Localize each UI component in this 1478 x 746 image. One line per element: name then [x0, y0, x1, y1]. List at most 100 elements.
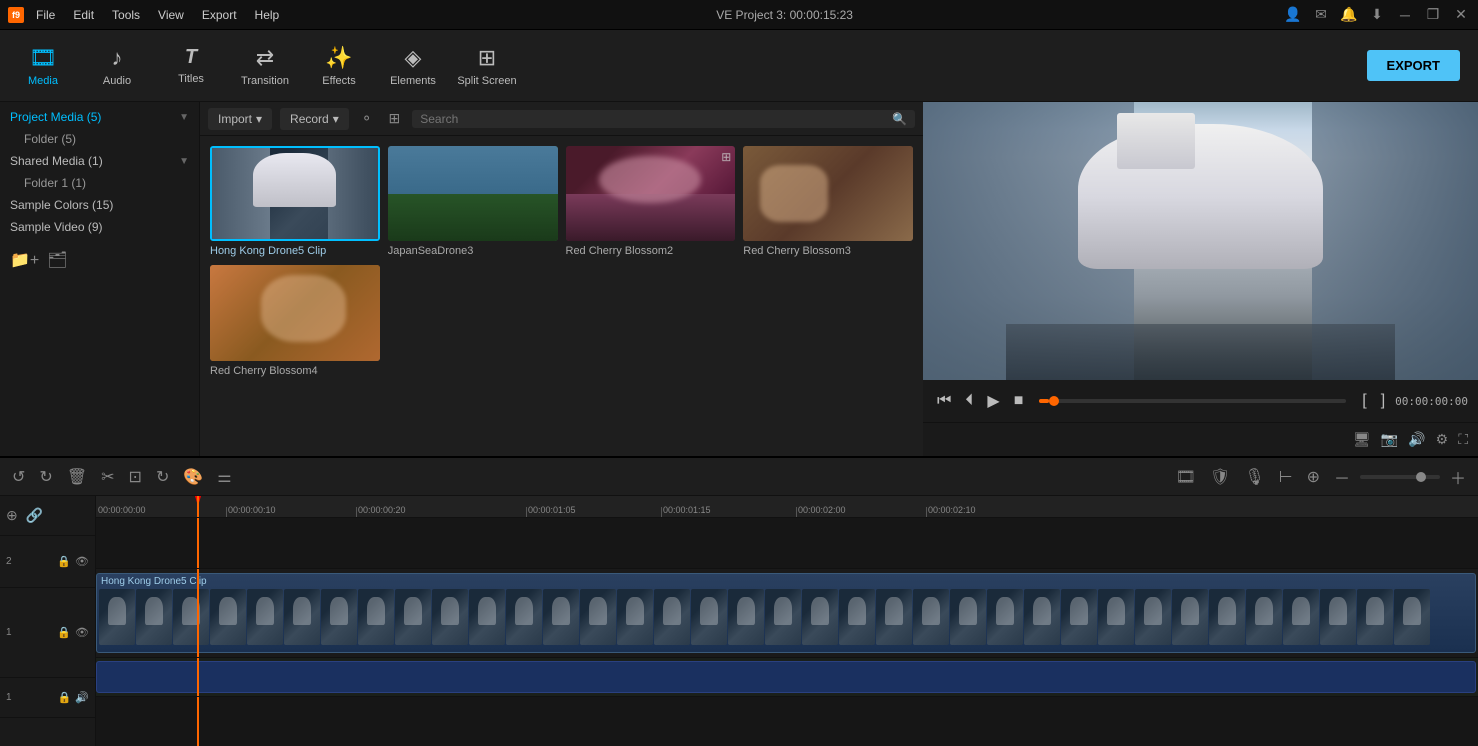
account-icon[interactable]: 👤: [1284, 6, 1302, 24]
undo-btn[interactable]: ↺: [8, 465, 29, 489]
chevron-right-icon: ▼: [179, 156, 189, 167]
shared-media-item[interactable]: Shared Media (1) ▼: [0, 150, 199, 172]
search-icon[interactable]: 🔍: [892, 112, 907, 126]
track-a1-speaker[interactable]: 🔊: [75, 691, 89, 704]
project-media-item[interactable]: Project Media (5) ▼: [0, 106, 199, 128]
splitscreen-icon: ⊞: [478, 45, 496, 71]
app-logo: f9: [8, 7, 24, 23]
zoom-out-icon[interactable]: －: [1330, 463, 1354, 491]
fullscreen-icon[interactable]: ⛶: [1458, 431, 1468, 448]
zoom-slider[interactable]: [1360, 475, 1440, 479]
folder-item[interactable]: Folder (5): [0, 128, 199, 150]
step-back-btn[interactable]: ⏴: [961, 390, 977, 412]
delete-btn[interactable]: 🗑: [63, 465, 91, 489]
filmstrip-icon[interactable]: 🎞: [1172, 465, 1200, 489]
play-btn[interactable]: ▶: [983, 389, 1003, 413]
track-v2-lock[interactable]: 🔒: [57, 555, 71, 568]
shield-icon[interactable]: 🛡: [1206, 465, 1234, 489]
timeline-body: ⊕ 🔗 2 🔒 👁 1 🔒 👁 1: [0, 496, 1478, 746]
menu-help[interactable]: Help: [249, 6, 286, 24]
track-v2-row: [96, 518, 1478, 569]
frame-12: [506, 589, 542, 644]
settings-icon[interactable]: ⚙: [1436, 431, 1449, 448]
preview-area: ⏮ ⏴ ▶ ■ [ ] 00:00:00:00 🖥 📷 🔊 ⚙ ⛶: [923, 102, 1478, 456]
toolbar-media[interactable]: 🎞 Media: [8, 34, 78, 98]
frame-28: [1098, 589, 1134, 644]
toolbar-titles[interactable]: T Titles: [156, 34, 226, 98]
preview-controls: ⏮ ⏴ ▶ ■ [ ] 00:00:00:00: [923, 380, 1478, 422]
menu-edit[interactable]: Edit: [67, 6, 100, 24]
add-folder-icon[interactable]: 📁+: [10, 250, 39, 270]
title-bar: f9 File Edit Tools View Export Help VE P…: [0, 0, 1478, 30]
track-v1-row[interactable]: Hong Kong Drone5 Clip: [96, 569, 1478, 657]
export-button[interactable]: EXPORT: [1367, 50, 1460, 81]
toolbar-transition-label: Transition: [241, 75, 289, 87]
link-icon[interactable]: ⊕: [1303, 465, 1324, 489]
audio-clip-1[interactable]: [96, 661, 1476, 693]
media-thumb-1[interactable]: ⊞ ✓ Hong Kong Drone5 Clip: [210, 146, 380, 257]
toolbar-effects[interactable]: ✨ Effects: [304, 34, 374, 98]
bell-icon[interactable]: 🔔: [1340, 6, 1358, 24]
frame-1: [99, 589, 135, 644]
menu-tools[interactable]: Tools: [106, 6, 146, 24]
track-v1-eye[interactable]: 👁: [75, 626, 89, 639]
grid-view-icon[interactable]: ⊞: [385, 108, 405, 129]
frame-19: [765, 589, 801, 644]
split-icon[interactable]: ⊢: [1275, 465, 1297, 489]
record-button[interactable]: Record ▾: [280, 108, 349, 130]
monitor-icon[interactable]: 🖥: [1353, 431, 1371, 448]
video-clip-1[interactable]: Hong Kong Drone5 Clip: [96, 573, 1476, 652]
media-thumb-5[interactable]: ⊞ Red Cherry Blossom4: [210, 265, 380, 376]
redo-btn[interactable]: ↻: [35, 465, 56, 489]
camera-icon[interactable]: 📷: [1381, 431, 1398, 448]
link-tracks-icon[interactable]: 🔗: [26, 507, 43, 524]
track-v2-eye[interactable]: 👁: [75, 555, 89, 568]
stop-btn[interactable]: ■: [1010, 390, 1028, 412]
bracket-in-icon[interactable]: [: [1358, 390, 1370, 412]
track-v1-lock[interactable]: 🔒: [57, 626, 71, 639]
mic-icon[interactable]: 🎙: [1240, 465, 1268, 489]
message-icon[interactable]: ✉: [1312, 6, 1330, 24]
close-btn[interactable]: ✕: [1452, 6, 1470, 24]
media-thumb-2[interactable]: ⊞ JapanSeaDrone3: [388, 146, 558, 257]
filter-icon[interactable]: ⚬: [357, 108, 377, 129]
sample-video-item[interactable]: Sample Video (9): [0, 216, 199, 238]
ruler-mark-3: 00:00:01:05: [528, 505, 576, 515]
track-a1-row[interactable]: [96, 658, 1478, 697]
new-folder-icon[interactable]: 🗂: [47, 250, 67, 270]
progress-bar[interactable]: [1039, 399, 1346, 403]
zoom-in-icon[interactable]: ＋: [1446, 463, 1470, 491]
title-bar-left: f9 File Edit Tools View Export Help: [8, 6, 285, 24]
minimize-btn[interactable]: ─: [1396, 6, 1414, 24]
import-button[interactable]: Import ▾: [208, 108, 272, 130]
toolbar-splitscreen[interactable]: ⊞ Split Screen: [452, 34, 522, 98]
menu-view[interactable]: View: [152, 6, 190, 24]
folder-label: Folder (5): [24, 132, 76, 146]
adjust-btn[interactable]: ⚌: [213, 465, 235, 489]
toolbar-audio[interactable]: ♪ Audio: [82, 34, 152, 98]
rotate-btn[interactable]: ↻: [152, 465, 173, 489]
download-icon[interactable]: ⬇: [1368, 6, 1386, 24]
media-thumb-3[interactable]: ⊞ Red Cherry Blossom2: [566, 146, 736, 257]
color-btn[interactable]: 🎨: [179, 465, 207, 489]
add-track-icon[interactable]: ⊕: [6, 507, 18, 524]
toolbar-transition[interactable]: ⇄ Transition: [230, 34, 300, 98]
media-area: Import ▾ Record ▾ ⚬ ⊞ 🔍 ⊞ ✓: [200, 102, 923, 456]
menu-file[interactable]: File: [30, 6, 61, 24]
project-title: VE Project 3: 00:00:15:23: [716, 8, 853, 22]
menu-export[interactable]: Export: [196, 6, 243, 24]
toolbar-elements[interactable]: ◈ Elements: [378, 34, 448, 98]
crop-btn[interactable]: ⊡: [125, 465, 146, 489]
volume-icon[interactable]: 🔊: [1408, 431, 1425, 448]
search-input[interactable]: [420, 112, 888, 126]
skip-back-btn[interactable]: ⏮: [933, 390, 955, 412]
cut-btn[interactable]: ✂: [97, 465, 118, 489]
track-a1-lock[interactable]: 🔒: [58, 691, 72, 704]
sample-colors-item[interactable]: Sample Colors (15): [0, 194, 199, 216]
playhead-bottom: [197, 697, 199, 746]
frame-35: [1357, 589, 1393, 644]
folder1-item[interactable]: Folder 1 (1): [0, 172, 199, 194]
restore-btn[interactable]: ❐: [1424, 6, 1442, 24]
media-thumb-4[interactable]: ⊞ Red Cherry Blossom3: [743, 146, 913, 257]
bracket-out-icon[interactable]: ]: [1377, 390, 1389, 412]
